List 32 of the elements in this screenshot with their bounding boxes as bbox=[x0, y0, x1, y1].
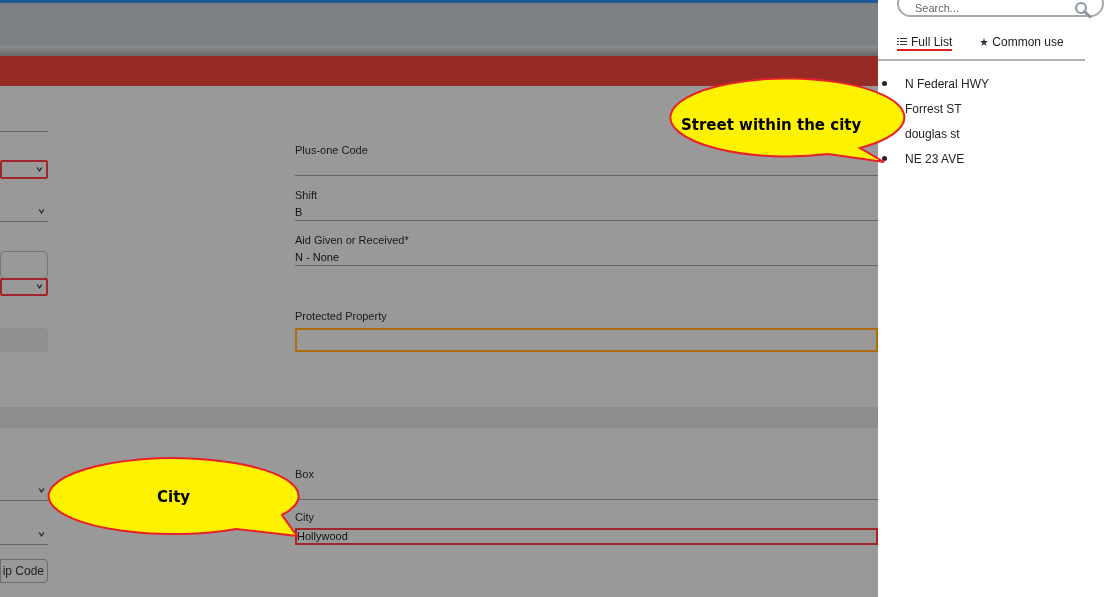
text-field[interactable]: N - None bbox=[295, 247, 878, 266]
chevron-down-icon bbox=[38, 532, 45, 538]
field-label: Aid Given or Received* bbox=[295, 233, 410, 247]
field-label: Shift bbox=[295, 188, 318, 202]
zip-code-button[interactable]: ip Code bbox=[0, 559, 48, 583]
select-field[interactable] bbox=[0, 160, 48, 179]
select-field[interactable] bbox=[0, 278, 48, 296]
callout-text: Street within the city bbox=[681, 115, 862, 136]
tab[interactable]: Full List bbox=[897, 34, 953, 51]
text-field[interactable] bbox=[295, 328, 878, 352]
bullet-icon bbox=[882, 81, 887, 86]
star-icon bbox=[980, 37, 989, 46]
list-item[interactable]: NE 23 AVE bbox=[905, 149, 965, 168]
field-label: Plus-one Code bbox=[295, 143, 369, 157]
text-field[interactable]: Hollywood bbox=[295, 528, 878, 545]
list-item[interactable]: Forrest ST bbox=[905, 99, 962, 118]
list-item[interactable]: N Federal HWY bbox=[905, 74, 990, 93]
field-label: Protected Property bbox=[295, 309, 388, 323]
list-item[interactable]: douglas st bbox=[905, 124, 960, 143]
chevron-down-icon bbox=[38, 209, 45, 215]
callout-text: City bbox=[157, 487, 191, 508]
field-label: Box bbox=[295, 467, 315, 481]
chevron-down-icon bbox=[36, 166, 43, 173]
chevron-down-icon bbox=[36, 284, 43, 290]
search-field[interactable]: Search... bbox=[897, 0, 1104, 17]
tab[interactable]: Common use bbox=[980, 34, 1064, 51]
text-field[interactable]: B bbox=[295, 202, 878, 221]
list-icon bbox=[897, 38, 907, 45]
search-icon[interactable] bbox=[1074, 1, 1092, 18]
field-label: City bbox=[295, 510, 315, 524]
bullet-icon bbox=[882, 156, 887, 161]
chevron-down-icon bbox=[38, 488, 45, 494]
